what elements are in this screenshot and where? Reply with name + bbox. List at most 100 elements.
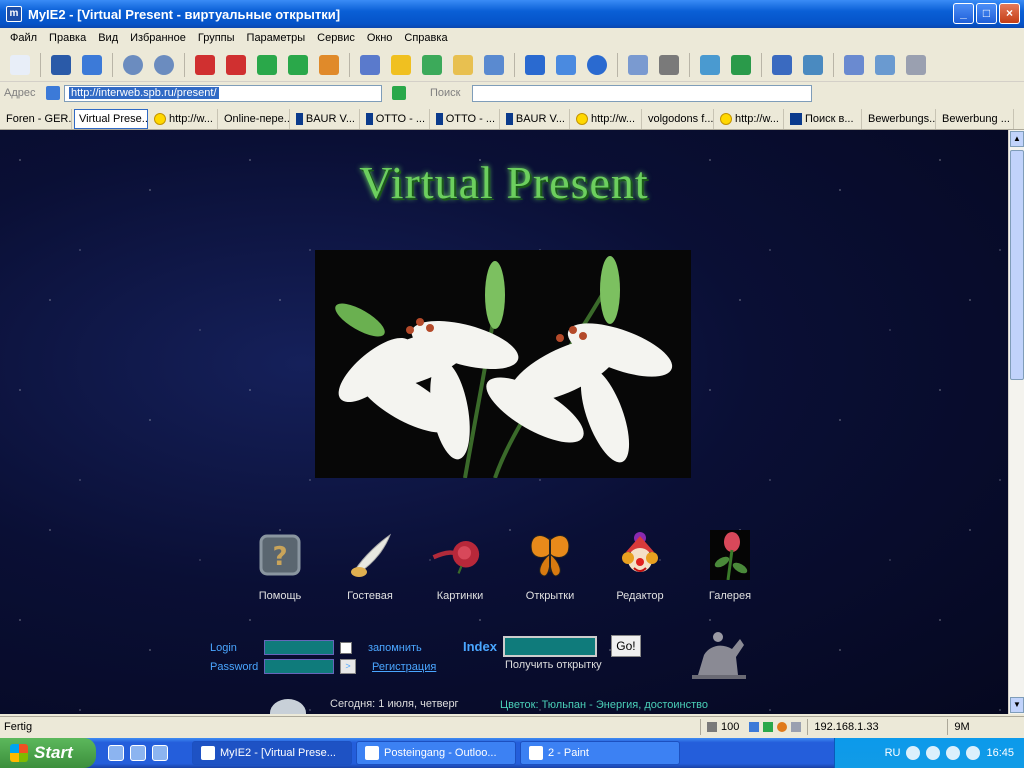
search-input[interactable] (472, 84, 812, 102)
window-title-bar[interactable]: m MyIE2 - [Virtual Present - виртуальные… (0, 0, 1024, 28)
toolbar-separator (617, 52, 618, 77)
home-button[interactable] (315, 51, 343, 79)
address-input[interactable]: http://interweb.spb.ru/present/ (64, 84, 382, 102)
tab[interactable]: http://w... (716, 108, 784, 129)
quick-launch-mail-icon[interactable] (152, 745, 168, 761)
download-button[interactable] (727, 51, 755, 79)
index-input[interactable] (502, 635, 597, 657)
scroll-up-icon[interactable]: ▲ (1010, 131, 1024, 147)
shell-icon (270, 699, 306, 714)
tab[interactable]: http://w... (572, 108, 642, 129)
vertical-scrollbar[interactable]: ▲ ▼ (1008, 130, 1024, 714)
task-outlook[interactable]: Posteingang - Outloo... (356, 741, 516, 765)
text-size-button[interactable] (521, 51, 549, 79)
tab[interactable]: volgodons f... (644, 108, 714, 129)
tab[interactable]: Поиск в... (786, 108, 862, 129)
print-button[interactable] (655, 51, 683, 79)
menu-groups[interactable]: Группы (192, 32, 241, 44)
go-button[interactable]: Go! (610, 635, 641, 657)
maximize-button[interactable]: □ (976, 3, 997, 24)
task-myie2[interactable]: MyIE2 - [Virtual Prese... (192, 741, 352, 765)
history-button[interactable] (418, 51, 446, 79)
refresh-all-button[interactable] (284, 51, 312, 79)
scroll-down-icon[interactable]: ▼ (1010, 697, 1024, 713)
tab[interactable]: BAUR V... (502, 108, 570, 129)
options-button[interactable] (902, 51, 930, 79)
minimize-button[interactable]: _ (953, 3, 974, 24)
task-paint[interactable]: 2 - Paint (520, 741, 680, 765)
login-submit-button[interactable]: > (340, 659, 356, 674)
refresh-button[interactable] (253, 51, 281, 79)
register-link[interactable]: Регистрация (372, 661, 436, 673)
stop-button[interactable] (191, 51, 219, 79)
go-arrow-icon[interactable] (392, 86, 406, 100)
tab[interactable]: BAUR V... (292, 108, 360, 129)
language-indicator[interactable]: RU (885, 747, 901, 759)
layout-button[interactable] (840, 51, 868, 79)
edit-button[interactable] (871, 51, 899, 79)
nav-editor[interactable]: Редактор (600, 528, 680, 602)
globe-button[interactable] (583, 51, 611, 79)
tab-label: OTTO - ... (375, 112, 425, 125)
password-input[interactable] (264, 659, 334, 674)
volume-tray-icon[interactable] (946, 746, 961, 760)
nav-guestbook[interactable]: Гостевая (330, 528, 410, 602)
folder-button[interactable] (449, 51, 477, 79)
new-button[interactable] (6, 51, 34, 79)
memory-cell: 9M (947, 718, 983, 735)
popup-button[interactable] (696, 51, 724, 79)
start-button[interactable]: Start (0, 738, 96, 768)
ip-cell: 192.168.1.33 (807, 718, 947, 735)
smiley-icon (720, 112, 732, 125)
main-toolbar (0, 48, 1024, 82)
tab[interactable]: OTTO - ... (432, 108, 500, 129)
forward-button[interactable] (150, 51, 178, 79)
remember-checkbox[interactable] (340, 641, 352, 654)
quick-launch-browser-icon[interactable] (130, 745, 146, 761)
menu-edit[interactable]: Правка (43, 32, 92, 44)
network-tray-icon[interactable] (926, 746, 941, 760)
search-button[interactable] (356, 51, 384, 79)
menu-view[interactable]: Вид (92, 32, 124, 44)
web-content: Virtual Present ? Помощь Гостевая Картин… (0, 130, 1008, 714)
menu-window[interactable]: Окно (361, 32, 399, 44)
status-bar: Fertig 100 192.168.1.33 9M (0, 716, 1024, 736)
tab[interactable]: http://w... (150, 108, 218, 129)
back-button[interactable] (119, 51, 147, 79)
font-button[interactable] (552, 51, 580, 79)
menu-file[interactable]: Файл (4, 32, 43, 44)
close-button[interactable]: × (999, 3, 1020, 24)
tab-label: Virtual Prese... (79, 112, 148, 125)
scroll-thumb[interactable] (1010, 150, 1024, 380)
save-button[interactable] (47, 51, 75, 79)
help-tray-icon[interactable] (906, 746, 921, 760)
tab[interactable]: Bewerbung ... (938, 108, 1014, 129)
toolbar-separator (514, 52, 515, 77)
login-input[interactable] (264, 640, 334, 655)
mail-button[interactable] (624, 51, 652, 79)
menu-favorites[interactable]: Избранное (124, 32, 192, 44)
menu-help[interactable]: Справка (398, 32, 453, 44)
tab[interactable]: Foren - GER... (2, 108, 72, 129)
nav-help-label: Помощь (258, 590, 302, 602)
favorites-button[interactable] (387, 51, 415, 79)
nav-cards[interactable]: Открытки (510, 528, 590, 602)
tab[interactable]: OTTO - ... (362, 108, 430, 129)
nav-pictures[interactable]: Картинки (420, 528, 500, 602)
tab[interactable]: Virtual Prese... (74, 108, 148, 129)
zoom-cell[interactable]: 100 (700, 718, 807, 735)
menu-options[interactable]: Параметры (241, 32, 312, 44)
notes-button[interactable] (480, 51, 508, 79)
nav-gallery[interactable]: Галерея (690, 528, 770, 602)
edit-icon (875, 54, 895, 75)
tab[interactable]: Bewerbungs... (864, 108, 936, 129)
menu-tools[interactable]: Сервис (311, 32, 361, 44)
security-tray-icon[interactable] (966, 746, 981, 760)
nav-help[interactable]: ? Помощь (240, 528, 320, 602)
quick-launch-desktop-icon[interactable] (108, 745, 124, 761)
stop-all-button[interactable] (222, 51, 250, 79)
ie-button[interactable] (78, 51, 106, 79)
undo-button[interactable] (768, 51, 796, 79)
new-window-button[interactable] (799, 51, 827, 79)
tab[interactable]: Online-пере... (220, 108, 290, 129)
